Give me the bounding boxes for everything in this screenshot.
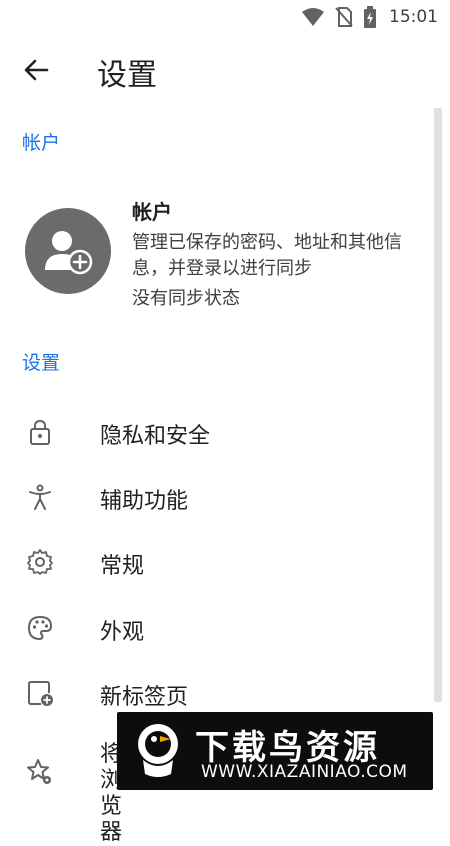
settings-item-label: 外观 [100,620,145,645]
account-title: 帐户 [132,200,172,224]
star-gear-icon [27,759,51,784]
scrollbar[interactable] [434,108,442,702]
status-bar: 15:01 [0,0,450,34]
settings-item-appearance[interactable]: 外观 [0,596,430,660]
account-item[interactable]: 帐户 管理已保存的密码、地址和其他信息，并登录以进行同步 没有同步状态 [0,190,430,320]
gear-icon [27,549,53,575]
arrow-left-icon [24,59,49,81]
status-time: 15:01 [389,7,438,27]
settings-item-label: 新标签页 [100,685,189,710]
account-description: 管理已保存的密码、地址和其他信息，并登录以进行同步 [132,232,402,279]
watermark-url: WWW.XIAZAINIAO.COM [201,762,408,782]
new-tab-icon [28,681,53,706]
section-header-account: 帐户 [22,132,61,154]
settings-item-general[interactable]: 常规 [0,530,430,594]
lock-icon [30,419,50,445]
no-sim-icon [335,7,353,27]
account-sync-status: 没有同步状态 [132,288,240,309]
palette-icon [27,615,53,641]
settings-item-label: 隐私和安全 [100,424,211,449]
settings-item-accessibility[interactable]: 辅助功能 [0,465,430,529]
avatar [25,208,111,294]
back-button[interactable] [18,54,54,86]
settings-item-label: 辅助功能 [100,489,189,514]
settings-item-privacy[interactable]: 隐私和安全 [0,400,430,464]
watermark-banner: 下载鸟资源 WWW.XIAZAINIAO.COM [117,712,433,790]
settings-item-label: 常规 [100,554,145,579]
bird-logo-icon [138,724,178,777]
page-title: 设置 [97,58,157,93]
wifi-icon [302,8,324,26]
section-header-settings: 设置 [22,352,61,374]
person-add-icon [45,231,93,275]
status-icons: 15:01 [301,6,438,28]
accessibility-icon [29,484,51,510]
battery-charging-icon [364,6,376,28]
app-bar: 设置 [0,34,450,106]
